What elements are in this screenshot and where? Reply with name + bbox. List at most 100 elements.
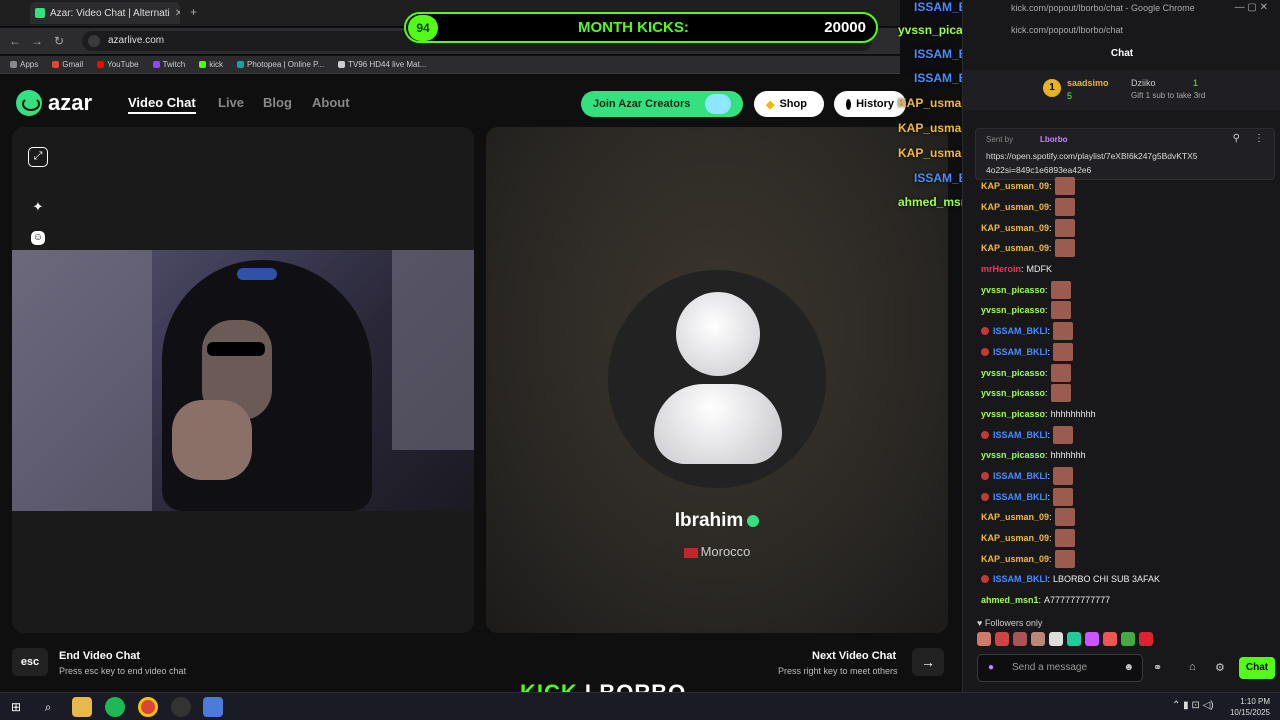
- join-creators-button[interactable]: Join Azar Creators: [581, 91, 743, 117]
- bookmark-apps[interactable]: Apps: [10, 60, 38, 69]
- emote-icon[interactable]: [1013, 632, 1027, 646]
- chat-message[interactable]: ISSAM_BKLI:: [981, 321, 1271, 342]
- store-icon[interactable]: ⌂: [1189, 661, 1196, 673]
- chrome-icon[interactable]: [138, 697, 158, 717]
- bookmark-kick[interactable]: kick: [199, 60, 223, 69]
- chat-message[interactable]: ISSAM_BKLI:: [981, 424, 1271, 445]
- gifter-user[interactable]: Dziiko: [1131, 78, 1156, 88]
- pinned-link[interactable]: https://open.spotify.com/playlist/7eXBI6…: [986, 151, 1248, 161]
- chat-username[interactable]: KAP_usman_09: [981, 549, 1049, 569]
- chat-send-button[interactable]: Chat: [1239, 657, 1275, 679]
- search-icon[interactable]: ⌕: [38, 697, 58, 717]
- nav-about[interactable]: About: [312, 95, 350, 110]
- close-tab-icon[interactable]: ✕: [175, 8, 180, 19]
- system-tray-icons[interactable]: ⌃ ▮ ⊡ ◁): [1172, 700, 1214, 711]
- emote-icon[interactable]: [1121, 632, 1135, 646]
- app-icon[interactable]: [203, 697, 223, 717]
- next-video-chat-title[interactable]: Next Video Chat: [812, 650, 896, 662]
- chat-username[interactable]: yvssn_picasso: [981, 383, 1045, 403]
- chat-username[interactable]: yvssn_picasso: [981, 280, 1045, 300]
- chat-username[interactable]: yvssn_picasso: [981, 300, 1045, 320]
- chat-username[interactable]: ISSAM_BKLI: [993, 466, 1048, 486]
- site-info-icon[interactable]: [88, 35, 100, 47]
- shop-button[interactable]: ◆ Shop: [754, 91, 824, 117]
- chat-username[interactable]: KAP_usman_09: [981, 197, 1049, 217]
- chat-username[interactable]: KAP_usman_09: [981, 218, 1049, 238]
- kicks-icon[interactable]: ⚭: [1153, 661, 1162, 674]
- emoji-icon[interactable]: ☻: [1123, 655, 1134, 681]
- send-message-input[interactable]: ● Send a message ☻: [977, 654, 1143, 682]
- chat-username[interactable]: yvssn_picasso: [981, 404, 1045, 424]
- chat-username[interactable]: ISSAM_BKLI: [993, 425, 1048, 445]
- chat-username[interactable]: KAP_usman_09: [981, 176, 1049, 196]
- chat-message[interactable]: ISSAM_BKLI: LBORBO CHI SUB 3AFAK: [981, 569, 1271, 590]
- chat-username[interactable]: yvssn_picasso: [981, 363, 1045, 383]
- emote-icon[interactable]: [977, 632, 991, 646]
- emote-icon[interactable]: [1139, 632, 1153, 646]
- spotify-icon[interactable]: [105, 697, 125, 717]
- chat-username[interactable]: ISSAM_BKLI: [993, 487, 1048, 507]
- chat-message[interactable]: KAP_usman_09:: [981, 528, 1271, 549]
- history-button[interactable]: History: [834, 91, 906, 117]
- end-video-chat-title[interactable]: End Video Chat: [59, 650, 140, 662]
- emote-icon[interactable]: [995, 632, 1009, 646]
- bookmark-youtube[interactable]: YouTube: [97, 60, 139, 69]
- bookmark-gmail[interactable]: Gmail: [52, 60, 83, 69]
- bookmark-photopea[interactable]: Photopea | Online P...: [237, 60, 324, 69]
- settings-gear-icon[interactable]: ⚙: [1215, 661, 1225, 674]
- nav-live[interactable]: Live: [218, 95, 244, 110]
- chat-username[interactable]: ISSAM_BKLI: [993, 321, 1048, 341]
- new-tab-icon[interactable]: +: [190, 5, 197, 19]
- taskbar-clock[interactable]: 1:10 PM 10/15/2025: [1230, 696, 1270, 718]
- emote-icon[interactable]: [1067, 632, 1081, 646]
- chat-username[interactable]: ahmed_msn1: [981, 590, 1039, 610]
- chat-username[interactable]: ISSAM_BKLI: [993, 342, 1048, 362]
- chat-message[interactable]: yvssn_picasso:: [981, 383, 1271, 404]
- chat-username[interactable]: KAP_usman_09: [981, 528, 1049, 548]
- pin-icon[interactable]: ⚲: [1233, 133, 1240, 144]
- expand-icon[interactable]: ⤢: [28, 147, 48, 167]
- chat-message[interactable]: yvssn_picasso: hhhhhhh: [981, 445, 1271, 466]
- chat-message[interactable]: KAP_usman_09:: [981, 217, 1271, 238]
- next-arrow-button[interactable]: →: [912, 648, 944, 676]
- chat-message[interactable]: KAP_usman_09:: [981, 197, 1271, 218]
- chat-message[interactable]: yvssn_picasso:: [981, 300, 1271, 321]
- chat-username[interactable]: KAP_usman_09: [981, 238, 1049, 258]
- windows-start-icon[interactable]: ⊞: [6, 697, 26, 717]
- back-icon[interactable]: ←: [4, 30, 26, 52]
- esc-key-button[interactable]: esc: [12, 648, 48, 676]
- sticker-icon[interactable]: ☺: [31, 231, 45, 245]
- pinned-user[interactable]: Lborbo: [1040, 135, 1068, 144]
- chat-message[interactable]: yvssn_picasso: hhhhhhhhh: [981, 404, 1271, 425]
- chat-message[interactable]: ahmed_msn1: A777777777777: [981, 590, 1271, 611]
- chat-username[interactable]: yvssn_picasso: [981, 445, 1045, 465]
- nav-blog[interactable]: Blog: [263, 95, 292, 110]
- chat-message[interactable]: KAP_usman_09:: [981, 238, 1271, 259]
- bookmark-twitch[interactable]: Twitch: [152, 60, 185, 69]
- window-controls[interactable]: — ▢ ✕: [1235, 2, 1268, 13]
- more-icon[interactable]: ⋮: [1254, 133, 1264, 144]
- browser-tab-azar[interactable]: Azar: Video Chat | Alternati ✕: [30, 2, 180, 24]
- bookmark-tv96[interactable]: TV96 HD44 live Mat...: [338, 60, 426, 69]
- chat-message[interactable]: KAP_usman_09:: [981, 507, 1271, 528]
- chat-username[interactable]: ISSAM_BKLI: [993, 569, 1048, 589]
- chat-message[interactable]: KAP_usman_09:: [981, 548, 1271, 569]
- emote-icon[interactable]: [1085, 632, 1099, 646]
- chat-message[interactable]: yvssn_picasso:: [981, 362, 1271, 383]
- emote-icon[interactable]: [1103, 632, 1117, 646]
- mic-icon[interactable]: ●: [988, 655, 994, 681]
- nav-video-chat[interactable]: Video Chat: [128, 95, 196, 114]
- reload-icon[interactable]: ↻: [48, 30, 70, 52]
- emote-icon[interactable]: [1031, 632, 1045, 646]
- emote-icon[interactable]: [1049, 632, 1063, 646]
- azar-logo[interactable]: azar: [16, 90, 92, 116]
- chat-message[interactable]: ISSAM_BKLI:: [981, 466, 1271, 487]
- chat-message[interactable]: yvssn_picasso:: [981, 279, 1271, 300]
- effects-sparkle-icon[interactable]: ✦: [28, 197, 48, 217]
- chat-message[interactable]: ISSAM_BKLI:: [981, 486, 1271, 507]
- obs-icon[interactable]: [171, 697, 191, 717]
- chat-message[interactable]: KAP_usman_09:: [981, 176, 1271, 197]
- chat-message[interactable]: ISSAM_BKLI:: [981, 342, 1271, 363]
- chat-username[interactable]: KAP_usman_09: [981, 507, 1049, 527]
- top-sub-user[interactable]: saadsimo: [1067, 78, 1109, 88]
